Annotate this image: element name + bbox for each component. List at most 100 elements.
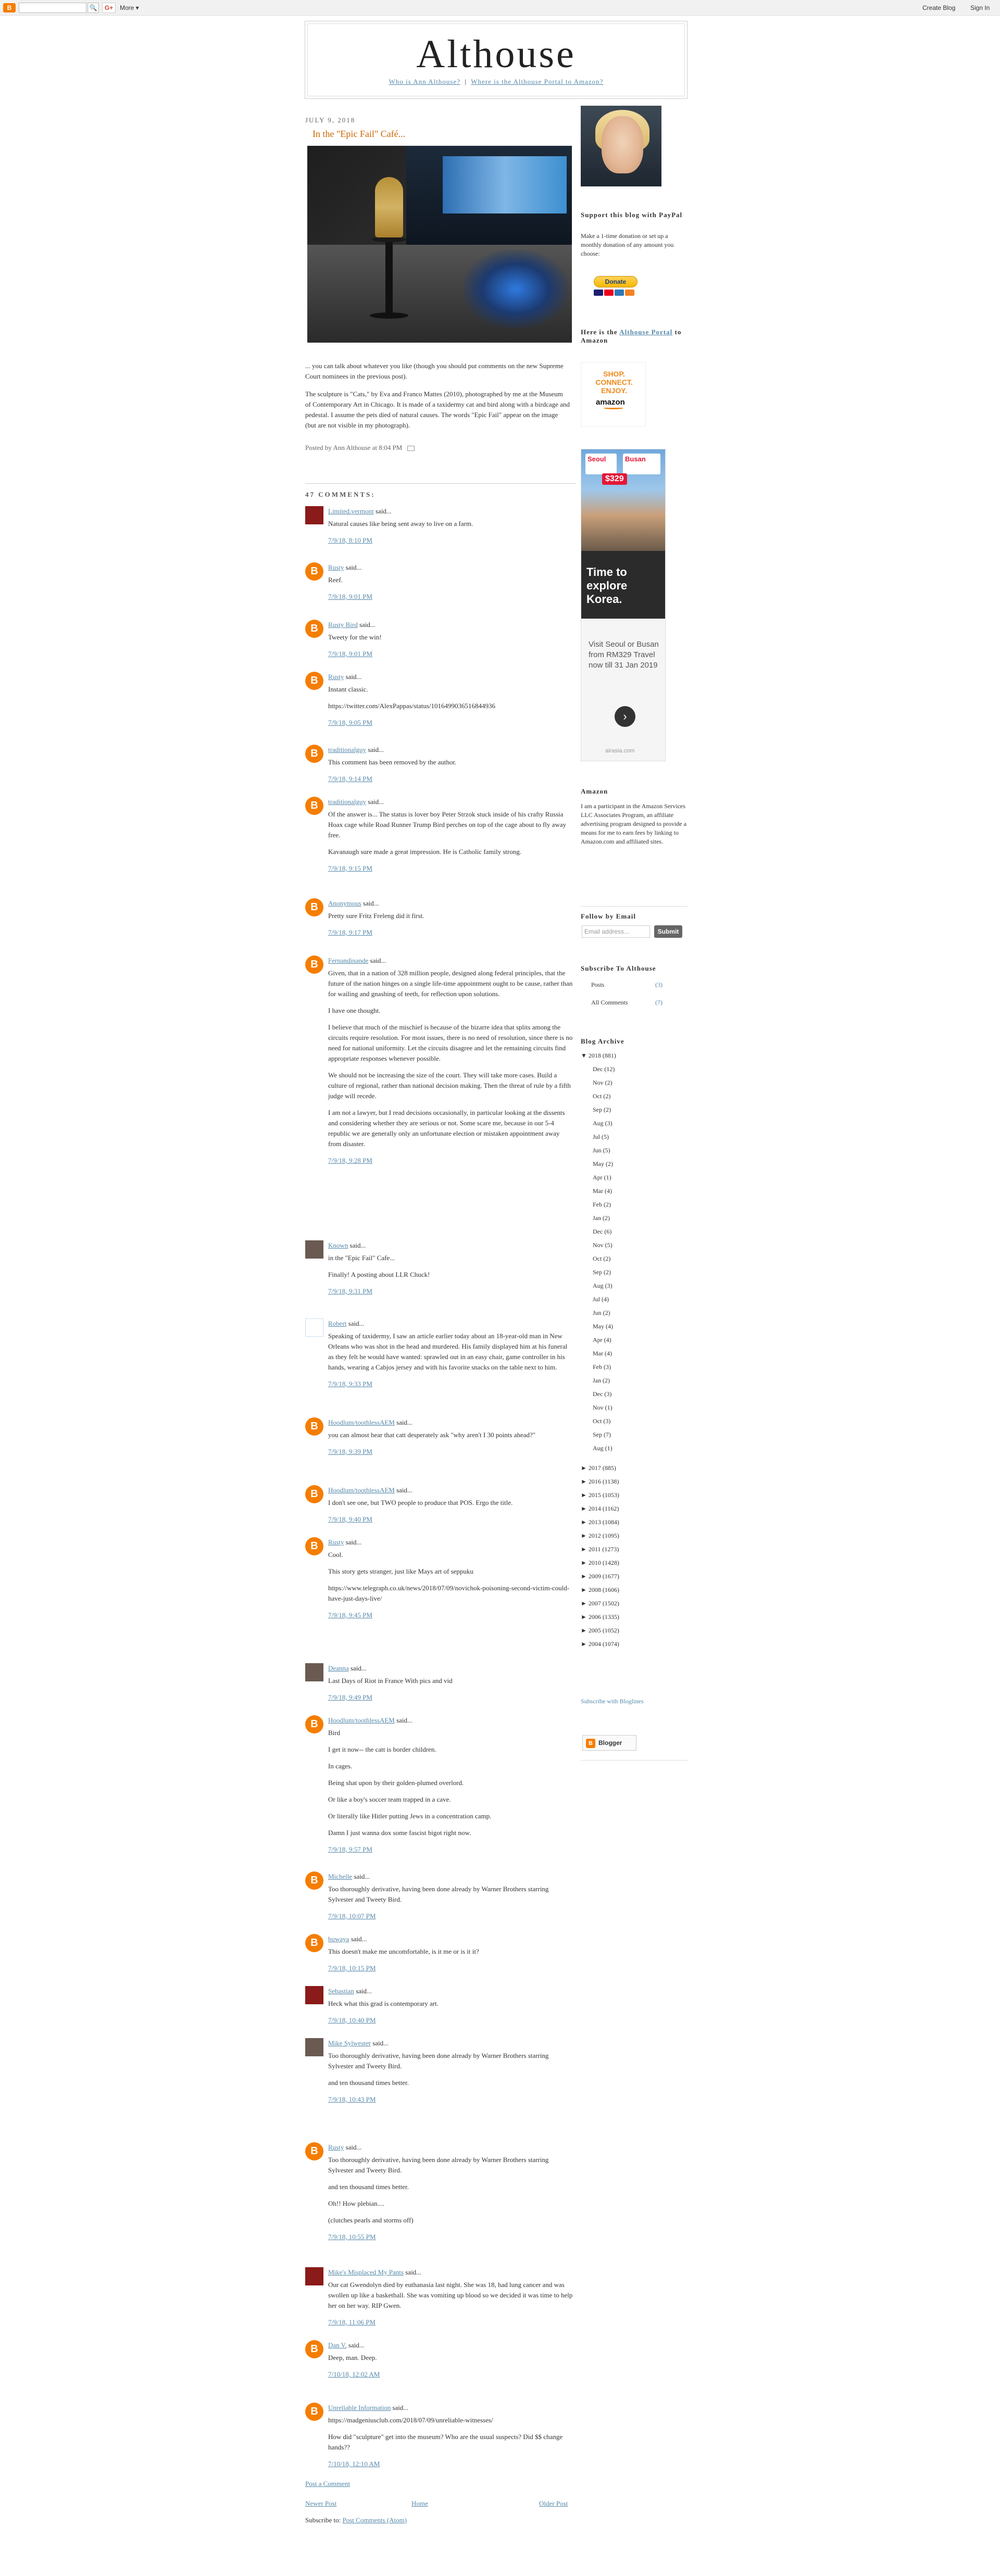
archive-month-link[interactable]: Aug (3): [593, 1282, 612, 1290]
comment-author-link[interactable]: Hoodlum/toothlessAEM: [328, 1716, 395, 1724]
comment-timestamp-link[interactable]: 7/9/18, 9:17 PM: [328, 927, 573, 938]
commenter-avatar-icon[interactable]: B: [305, 956, 323, 974]
comment-timestamp-link[interactable]: 7/9/18, 9:57 PM: [328, 1844, 573, 1855]
email-submit-button[interactable]: Submit: [654, 925, 682, 938]
comment-timestamp-link[interactable]: 7/9/18, 9:01 PM: [328, 649, 573, 659]
email-input[interactable]: Email address...: [582, 925, 650, 938]
archive-month-link[interactable]: Feb (2): [593, 1201, 611, 1209]
post-photo-cats-sculpture[interactable]: [307, 146, 572, 343]
commenter-avatar-icon[interactable]: B: [305, 620, 323, 638]
archive-year-link[interactable]: ► 2016 (1138): [581, 1478, 619, 1486]
commenter-avatar-icon[interactable]: B: [305, 2340, 323, 2358]
comment-author-link[interactable]: Michelle: [328, 1873, 352, 1880]
comment-timestamp-link[interactable]: 7/9/18, 8:10 PM: [328, 535, 573, 546]
comment-author-link[interactable]: buwaya: [328, 1935, 349, 1943]
home-link[interactable]: Home: [411, 2499, 428, 2508]
navbar-search-input[interactable]: [19, 3, 86, 13]
comment-timestamp-link[interactable]: 7/9/18, 9:45 PM: [328, 1610, 573, 1620]
comment-author-link[interactable]: Rusty: [328, 673, 344, 681]
archive-month-link[interactable]: Sep (2): [593, 1268, 611, 1276]
comment-timestamp-link[interactable]: 7/9/18, 10:15 PM: [328, 1963, 573, 1974]
archive-month-link[interactable]: Feb (3): [593, 1363, 611, 1371]
subscribe-comments-count[interactable]: (7): [655, 999, 662, 1007]
more-menu[interactable]: More ▾: [120, 4, 139, 11]
donate-button[interactable]: Donate: [594, 276, 638, 287]
comment-author-link[interactable]: Hoodlum/toothlessAEM: [328, 1418, 395, 1426]
gplus-button[interactable]: G+: [102, 3, 116, 13]
archive-month-link[interactable]: May (4): [593, 1323, 613, 1330]
commenter-avatar-icon[interactable]: B: [305, 2142, 323, 2160]
newer-post-link[interactable]: Newer Post: [305, 2499, 336, 2508]
search-icon[interactable]: 🔍: [88, 3, 99, 13]
commenter-avatar-icon[interactable]: B: [305, 898, 323, 916]
comment-author-link[interactable]: Unreliable Information: [328, 2404, 391, 2411]
commenter-avatar-icon[interactable]: [305, 1318, 323, 1337]
comment-timestamp-link[interactable]: 7/9/18, 9:05 PM: [328, 718, 573, 728]
commenter-avatar-icon[interactable]: B: [305, 1485, 323, 1503]
commenter-avatar-icon[interactable]: B: [305, 745, 323, 763]
archive-month-link[interactable]: Jun (5): [593, 1147, 610, 1154]
comment-timestamp-link[interactable]: 7/9/18, 10:55 PM: [328, 2232, 573, 2242]
comment-timestamp-link[interactable]: 7/9/18, 9:40 PM: [328, 1514, 573, 1525]
paypal-donate-button[interactable]: Donate: [594, 276, 645, 301]
post-comment-link[interactable]: Post a Comment: [305, 2480, 350, 2488]
who-is-ann-link[interactable]: Who is Ann Althouse?: [389, 78, 460, 85]
comment-timestamp-link[interactable]: 7/9/18, 9:39 PM: [328, 1447, 573, 1457]
subscribe-posts-count[interactable]: (3): [655, 981, 662, 989]
comment-timestamp-link[interactable]: 7/9/18, 9:01 PM: [328, 592, 573, 602]
archive-month-link[interactable]: Apr (1): [593, 1174, 611, 1182]
archive-year-link[interactable]: ► 2015 (1053): [581, 1491, 619, 1499]
archive-year-link[interactable]: ► 2014 (1162): [581, 1505, 619, 1513]
archive-month-link[interactable]: Apr (4): [593, 1336, 611, 1344]
archive-month-link[interactable]: Dec (12): [593, 1065, 615, 1073]
commenter-avatar-icon[interactable]: B: [305, 562, 323, 581]
archive-year-link[interactable]: ► 2009 (1677): [581, 1573, 619, 1580]
archive-year-link[interactable]: ► 2007 (1502): [581, 1600, 619, 1607]
comment-timestamp-link[interactable]: 7/9/18, 10:07 PM: [328, 1911, 573, 1921]
archive-month-link[interactable]: Oct (2): [593, 1255, 610, 1263]
comment-author-link[interactable]: Rusty: [328, 2143, 344, 2151]
comment-author-link[interactable]: Rusty Bird: [328, 621, 358, 629]
comment-author-link[interactable]: traditionalguy: [328, 746, 366, 753]
commenter-avatar-icon[interactable]: B: [305, 1715, 323, 1733]
commenter-avatar-icon[interactable]: [305, 2038, 323, 2056]
amazon-portal-link[interactable]: Where is the Althouse Portal to Amazon?: [471, 78, 603, 85]
comment-timestamp-link[interactable]: 7/9/18, 9:31 PM: [328, 1286, 573, 1297]
arrow-right-icon[interactable]: ›: [615, 706, 635, 727]
archive-month-link[interactable]: Sep (7): [593, 1431, 611, 1439]
archive-year-link[interactable]: ► 2010 (1428): [581, 1559, 619, 1567]
post-title[interactable]: In the "Epic Fail" Café...: [312, 129, 405, 140]
commenter-avatar-icon[interactable]: B: [305, 1871, 323, 1890]
commenter-avatar-icon[interactable]: B: [305, 672, 323, 690]
archive-month-link[interactable]: Jul (5): [593, 1133, 609, 1141]
powered-by-blogger-badge[interactable]: B Blogger: [582, 1735, 636, 1751]
create-blog-link[interactable]: Create Blog: [922, 4, 955, 11]
comment-author-link[interactable]: Anonymous: [328, 899, 361, 907]
archive-month-link[interactable]: Mar (4): [593, 1187, 612, 1195]
archive-month-link[interactable]: Dec (3): [593, 1390, 611, 1398]
comment-timestamp-link[interactable]: 7/9/18, 11:06 PM: [328, 2317, 573, 2328]
archive-year-link[interactable]: ► 2004 (1074): [581, 1640, 619, 1648]
archive-year-2018[interactable]: ▼ 2018 (881): [581, 1052, 616, 1060]
archive-month-link[interactable]: Jan (2): [593, 1377, 610, 1385]
commenter-avatar-icon[interactable]: B: [305, 2403, 323, 2421]
archive-month-link[interactable]: Mar (4): [593, 1350, 612, 1358]
blogger-logo-icon[interactable]: B: [3, 3, 16, 12]
archive-month-link[interactable]: Nov (1): [593, 1404, 612, 1412]
commenter-avatar-icon[interactable]: [305, 1240, 323, 1259]
comment-timestamp-link[interactable]: 7/9/18, 9:33 PM: [328, 1379, 573, 1389]
archive-month-link[interactable]: Jun (2): [593, 1309, 610, 1317]
archive-month-link[interactable]: Nov (2): [593, 1079, 612, 1087]
archive-month-link[interactable]: Oct (3): [593, 1417, 610, 1425]
archive-year-link[interactable]: ► 2013 (1084): [581, 1518, 619, 1526]
archive-year-link[interactable]: ► 2006 (1335): [581, 1613, 619, 1621]
subscribe-posts[interactable]: Posts: [591, 981, 604, 989]
comment-author-link[interactable]: Sebastian: [328, 1987, 354, 1995]
commenter-avatar-icon[interactable]: B: [305, 1417, 323, 1436]
archive-year-link[interactable]: ► 2017 (885): [581, 1464, 616, 1472]
commenter-avatar-icon[interactable]: [305, 2267, 323, 2285]
comment-author-link[interactable]: Hoodlum/toothlessAEM: [328, 1486, 395, 1494]
portal-heading-link[interactable]: Althouse Portal: [619, 328, 672, 336]
subscribe-comments[interactable]: All Comments: [591, 999, 628, 1007]
commenter-avatar-icon[interactable]: [305, 1663, 323, 1681]
